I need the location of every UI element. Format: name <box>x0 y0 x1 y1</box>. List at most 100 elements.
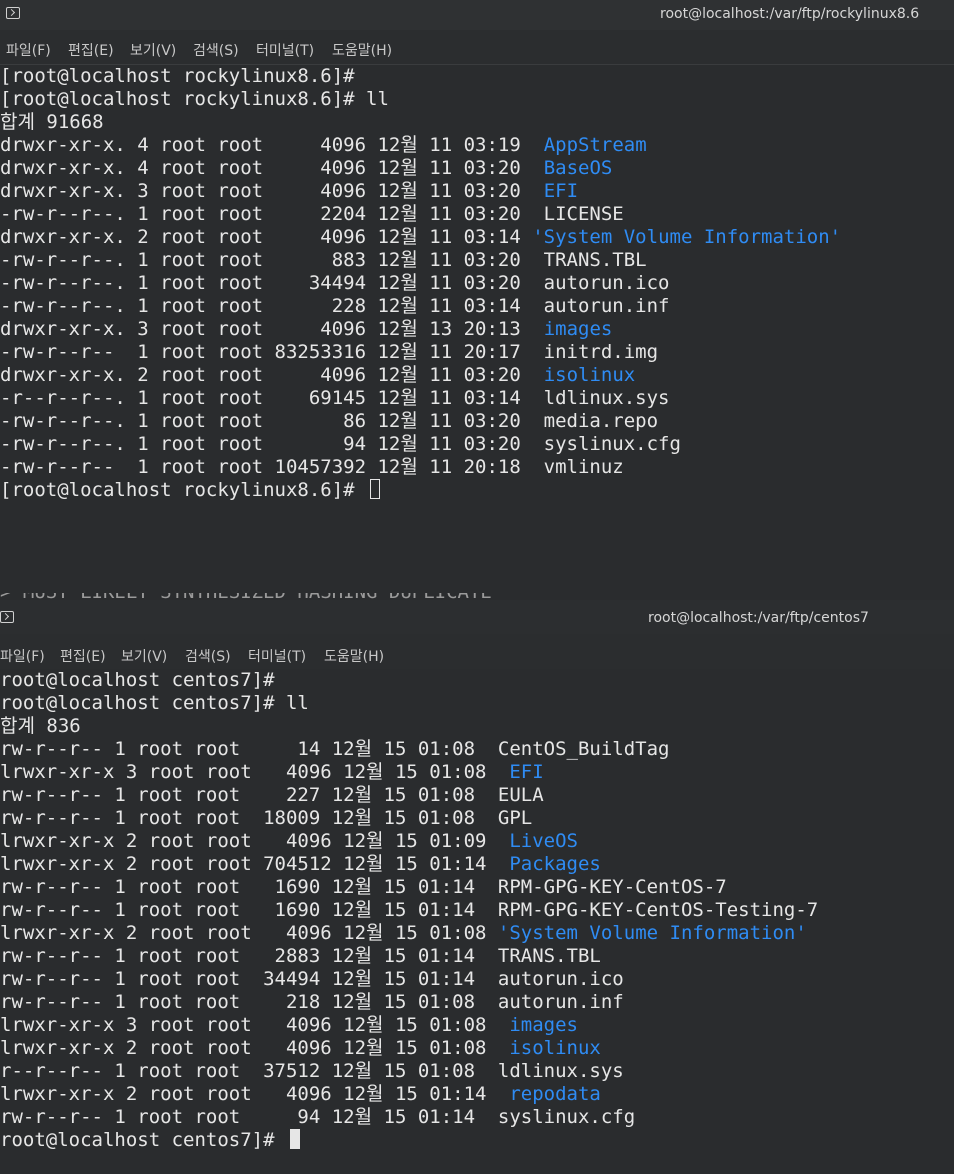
menu-edit[interactable]: 편집(E) <box>60 646 106 666</box>
terminal-line: 합계 91668 <box>0 111 954 134</box>
line-text: rw-r--r-- 1 root root 14 12월 15 01:08 Ce… <box>0 738 670 760</box>
directory-name: isolinux <box>543 364 636 386</box>
line-text: -rw-r--r--. 1 root root 86 12월 11 03:20 … <box>0 410 659 432</box>
terminal-line: drwxr-xr-x. 2 root root 4096 12월 11 03:1… <box>0 226 954 249</box>
terminal-line: drwxr-xr-x. 3 root root 4096 12월 13 20:1… <box>0 318 954 341</box>
directory-name: 'System Volume Information' <box>532 226 842 248</box>
terminal-line: rw-r--r-- 1 root root 2883 12월 15 01:14 … <box>0 945 954 968</box>
directory-name: isolinux <box>509 1037 601 1059</box>
terminal-line: lrwxr-xr-x 2 root root 4096 12월 15 01:08… <box>0 922 954 945</box>
text-cursor <box>289 1129 300 1149</box>
line-text: [root@localhost rockylinux8.6]# ll <box>0 88 389 110</box>
terminal-line: rw-r--r-- 1 root root 1690 12월 15 01:14 … <box>0 899 954 922</box>
line-text: -r--r--r--. 1 root root 69145 12월 11 03:… <box>0 387 670 409</box>
menu-edit[interactable]: 편집(E) <box>68 40 114 60</box>
line-text: [root@localhost rockylinux8.6]# <box>0 65 355 87</box>
line-text: rw-r--r-- 1 root root 227 12월 15 01:08 E… <box>0 784 544 806</box>
terminal-line: rw-r--r-- 1 root root 1690 12월 15 01:14 … <box>0 876 954 899</box>
window-title: root@localhost:/var/ftp/rockylinux8.6 <box>660 6 920 22</box>
line-text: 합계 91668 <box>0 111 104 133</box>
terminal-line: rw-r--r-- 1 root root 18009 12월 15 01:08… <box>0 807 954 830</box>
line-text: rw-r--r-- 1 root root 1690 12월 15 01:14 … <box>0 876 727 898</box>
terminal-line: lrwxr-xr-x 3 root root 4096 12월 15 01:08… <box>0 1014 954 1037</box>
terminal-line: rw-r--r-- 1 root root 227 12월 15 01:08 E… <box>0 784 954 807</box>
line-text: -rw-r--r--. 1 root root 2204 12월 11 03:2… <box>0 203 624 225</box>
terminal-line: -rw-r--r--. 1 root root 228 12월 11 03:14… <box>0 295 954 318</box>
terminal-line: 합계 836 <box>0 715 954 738</box>
line-text: rw-r--r-- 1 root root 1690 12월 15 01:14 … <box>0 899 819 921</box>
menu-help[interactable]: 도움말(H) <box>324 646 384 666</box>
terminal-line: -rw-r--r--. 1 root root 94 12월 11 03:20 … <box>0 433 954 456</box>
menu-view[interactable]: 보기(V) <box>130 40 176 60</box>
terminal-icon <box>0 611 14 623</box>
menu-help[interactable]: 도움말(H) <box>332 40 392 60</box>
directory-name: images <box>509 1014 578 1036</box>
terminal-line: lrwxr-xr-x 2 root root 4096 12월 15 01:09… <box>0 830 954 853</box>
menu-view[interactable]: 보기(V) <box>121 646 167 666</box>
menu-terminal[interactable]: 터미널(T) <box>256 40 314 60</box>
line-text: drwxr-xr-x. 2 root root 4096 12월 11 03:1… <box>0 226 533 248</box>
terminal-icon <box>6 7 20 19</box>
line-text: lrwxr-xr-x 2 root root 4096 12월 15 01:08 <box>0 1037 510 1059</box>
line-text: -rw-r--r--. 1 root root 883 12월 11 03:20… <box>0 249 647 271</box>
line-text: rw-r--r-- 1 root root 218 12월 15 01:08 a… <box>0 991 624 1013</box>
terminal-line: -rw-r--r-- 1 root root 83253316 12월 11 2… <box>0 341 954 364</box>
terminal-window-centos[interactable]: root@localhost:/var/ftp/centos7 파일(F) 편집… <box>0 600 954 1174</box>
directory-name: 'System Volume Information' <box>497 922 807 944</box>
menu-file[interactable]: 파일(F) <box>6 40 51 60</box>
menu-search[interactable]: 검색(S) <box>193 40 239 60</box>
terminal-line: -rw-r--r--. 1 root root 883 12월 11 03:20… <box>0 249 954 272</box>
line-text: lrwxr-xr-x 2 root root 4096 12월 15 01:09 <box>0 830 510 852</box>
terminal-line: -r--r--r--. 1 root root 69145 12월 11 03:… <box>0 387 954 410</box>
terminal-line: root@localhost centos7]# ll <box>0 692 954 715</box>
line-text: lrwxr-xr-x 3 root root 4096 12월 15 01:08 <box>0 761 510 783</box>
menu-file[interactable]: 파일(F) <box>0 646 45 666</box>
terminal-line: drwxr-xr-x. 3 root root 4096 12월 11 03:2… <box>0 180 954 203</box>
terminal-line: lrwxr-xr-x 2 root root 704512 12월 15 01:… <box>0 853 954 876</box>
line-text: lrwxr-xr-x 2 root root 4096 12월 15 01:14 <box>0 1083 510 1105</box>
line-text: drwxr-xr-x. 4 root root 4096 12월 11 03:1… <box>0 134 544 156</box>
directory-name: images <box>543 318 613 340</box>
line-text: lrwxr-xr-x 3 root root 4096 12월 15 01:08 <box>0 1014 510 1036</box>
terminal-line: -rw-r--r-- 1 root root 10457392 12월 11 2… <box>0 456 954 479</box>
line-text: drwxr-xr-x. 2 root root 4096 12월 11 03:2… <box>0 364 544 386</box>
line-text: rw-r--r-- 1 root root 2883 12월 15 01:14 … <box>0 945 601 967</box>
terminal-line: lrwxr-xr-x 3 root root 4096 12월 15 01:08… <box>0 761 954 784</box>
terminal-window-rocky[interactable]: root@localhost:/var/ftp/rockylinux8.6 파일… <box>0 0 954 600</box>
directory-name: EFI <box>509 761 544 783</box>
line-text: -rw-r--r--. 1 root root 94 12월 11 03:20 … <box>0 433 681 455</box>
terminal-line: rw-r--r-- 1 root root 94 12월 15 01:14 sy… <box>0 1106 954 1129</box>
title-bar[interactable]: root@localhost:/var/ftp/centos7 <box>0 600 954 634</box>
terminal-line: [root@localhost rockylinux8.6]# ll <box>0 88 954 111</box>
line-text: drwxr-xr-x. 4 root root 4096 12월 11 03:2… <box>0 157 544 179</box>
menu-terminal[interactable]: 터미널(T) <box>248 646 306 666</box>
line-text: root@localhost centos7]# <box>0 669 275 691</box>
line-text: -rw-r--r--. 1 root root 34494 12월 11 03:… <box>0 272 670 294</box>
title-bar[interactable]: root@localhost:/var/ftp/rockylinux8.6 <box>0 0 954 30</box>
terminal-line: lrwxr-xr-x 2 root root 4096 12월 15 01:08… <box>0 1037 954 1060</box>
line-text: [root@localhost rockylinux8.6]# <box>0 479 367 501</box>
terminal-line: -rw-r--r--. 1 root root 34494 12월 11 03:… <box>0 272 954 295</box>
menu-search[interactable]: 검색(S) <box>185 646 231 666</box>
line-text: rw-r--r-- 1 root root 94 12월 15 01:14 sy… <box>0 1106 636 1128</box>
line-text: rw-r--r-- 1 root root 18009 12월 15 01:08… <box>0 807 533 829</box>
line-text: -rw-r--r-- 1 root root 10457392 12월 11 2… <box>0 456 624 478</box>
terminal-output[interactable]: root@localhost centos7]# root@localhost c… <box>0 669 954 1174</box>
line-text: -rw-r--r--. 1 root root 228 12월 11 03:14… <box>0 295 670 317</box>
terminal-line: [root@localhost rockylinux8.6]# <box>0 65 954 88</box>
line-text: lrwxr-xr-x 2 root root 704512 12월 15 01:… <box>0 853 510 875</box>
terminal-line: rw-r--r-- 1 root root 34494 12월 15 01:14… <box>0 968 954 991</box>
terminal-line: root@localhost centos7]# <box>0 669 954 692</box>
terminal-line: r--r--r-- 1 root root 37512 12월 15 01:08… <box>0 1060 954 1083</box>
line-text: drwxr-xr-x. 3 root root 4096 12월 13 20:1… <box>0 318 544 340</box>
text-cursor <box>370 479 381 499</box>
directory-name: repodata <box>509 1083 601 1105</box>
line-text: r--r--r-- 1 root root 37512 12월 15 01:08… <box>0 1060 624 1082</box>
terminal-output[interactable]: [root@localhost rockylinux8.6]# [root@loc… <box>0 65 954 600</box>
line-text: root@localhost centos7]# <box>0 1129 286 1151</box>
menu-bar: 파일(F) 편집(E) 보기(V) 검색(S) 터미널(T) 도움말(H) <box>0 34 954 65</box>
line-text: lrwxr-xr-x 2 root root 4096 12월 15 01:08 <box>0 922 498 944</box>
directory-name: EFI <box>543 180 579 202</box>
line-text: root@localhost centos7]# ll <box>0 692 309 714</box>
line-text: rw-r--r-- 1 root root 34494 12월 15 01:14… <box>0 968 624 990</box>
